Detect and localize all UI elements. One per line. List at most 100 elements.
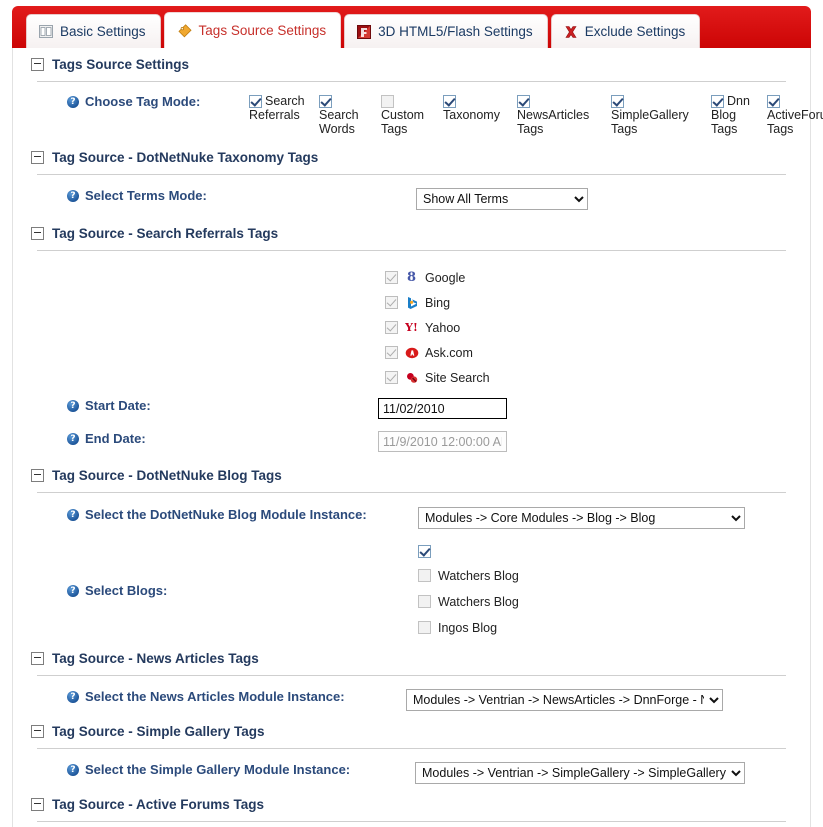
news-module-select[interactable]: Modules -> Ventrian -> NewsArticles -> D… xyxy=(406,689,723,712)
tag-mode-activeforums-tags[interactable]: ActiveForums Tags xyxy=(767,94,823,136)
search-engine-item-bing[interactable]: Bing xyxy=(385,290,810,315)
checkbox[interactable] xyxy=(418,595,431,609)
tag-mode-search-words[interactable]: Search Words xyxy=(319,94,373,136)
red-x-icon xyxy=(564,25,578,39)
checkbox[interactable] xyxy=(249,95,262,109)
checkbox xyxy=(385,271,398,285)
checkbox[interactable] xyxy=(611,95,624,109)
window-icon xyxy=(39,25,53,38)
search-engine-item-google[interactable]: 8 Google xyxy=(385,265,810,290)
checkbox[interactable] xyxy=(767,95,780,109)
section-title: Tag Source - Search Referrals Tags xyxy=(52,226,279,242)
search-engine-item-yahoo[interactable]: Y! Yahoo xyxy=(385,315,810,340)
tab-exclude-settings[interactable]: Exclude Settings xyxy=(550,14,701,48)
blog-list-item[interactable]: Ingos Blog xyxy=(418,616,519,639)
blog-checkbox-list: Watchers Blog Watchers Blog Ingos Blog xyxy=(418,539,519,642)
help-icon[interactable]: ? xyxy=(67,509,79,522)
start-date-input[interactable] xyxy=(378,398,507,420)
tag-mode-label: Search Words xyxy=(319,108,359,137)
tag-mode-custom-tags[interactable]: Custom Tags xyxy=(381,94,435,136)
checkbox[interactable] xyxy=(443,95,456,109)
collapse-icon[interactable] xyxy=(31,469,44,483)
section-header-blog[interactable]: Tag Source - DotNetNuke Blog Tags xyxy=(13,457,810,487)
checkbox[interactable] xyxy=(319,95,332,109)
search-engine-item-site-search[interactable]: Site Search xyxy=(385,365,810,390)
select-blogs-label-group: ? Select Blogs: xyxy=(37,583,417,598)
end-date-label: End Date: xyxy=(85,431,146,447)
tag-mode-label: ActiveForums Tags xyxy=(767,108,823,137)
help-icon[interactable]: ? xyxy=(67,190,79,203)
collapse-icon[interactable] xyxy=(31,798,44,812)
select-blogs-label: Select Blogs: xyxy=(85,583,168,599)
tab-label: Basic Settings xyxy=(60,23,146,39)
start-date-row: ? Start Date: xyxy=(13,390,810,424)
terms-mode-label-group: ? Select Terms Mode: xyxy=(37,188,417,203)
choose-tag-mode-label: Choose Tag Mode: xyxy=(85,94,201,109)
section-header-simple-gallery[interactable]: Tag Source - Simple Gallery Tags xyxy=(13,715,810,743)
tags-source-panel: Tags Source Settings ? Choose Tag Mode: … xyxy=(12,48,823,827)
terms-mode-row: ? Select Terms Mode: Show All Terms xyxy=(13,175,810,214)
tag-icon xyxy=(177,23,192,38)
checkbox xyxy=(385,371,398,385)
section-title: Tags Source Settings xyxy=(52,57,190,72)
end-date-input[interactable] xyxy=(378,431,507,453)
tag-mode-newsarticles-tags[interactable]: NewsArticles Tags xyxy=(517,94,603,136)
tag-mode-taxonomy[interactable]: Taxonomy xyxy=(443,94,509,122)
tab-tags-source-settings[interactable]: Tags Source Settings xyxy=(163,12,342,48)
news-module-label: Select the News Articles Module Instance… xyxy=(85,689,345,705)
tag-mode-search-referrals[interactable]: Search Referrals xyxy=(249,94,311,122)
help-icon[interactable]: ? xyxy=(67,400,79,413)
checkbox[interactable] xyxy=(418,621,431,635)
tag-mode-simplegallery-tags[interactable]: SimpleGallery Tags xyxy=(611,94,703,136)
collapse-icon[interactable] xyxy=(31,58,44,71)
tab-label: Exclude Settings xyxy=(584,23,686,39)
blog-module-select[interactable]: Modules -> Core Modules -> Blog -> Blog xyxy=(418,507,745,530)
settings-page: Basic Settings Tags Source Settings 3D H… xyxy=(0,0,823,827)
section-title: Tag Source - Simple Gallery Tags xyxy=(52,724,265,740)
tab-3d-html5-flash-settings[interactable]: 3D HTML5/Flash Settings xyxy=(344,14,548,48)
tag-mode-dnn-blog-tags[interactable]: Dnn Blog Tags xyxy=(711,94,759,136)
section-header-search-referrals[interactable]: Tag Source - Search Referrals Tags xyxy=(13,214,810,245)
yahoo-icon: Y! xyxy=(405,321,418,335)
help-icon[interactable]: ? xyxy=(67,691,79,704)
checkbox[interactable] xyxy=(418,569,431,583)
section-title: Tag Source - Active Forums Tags xyxy=(52,797,265,813)
terms-mode-label: Select Terms Mode: xyxy=(85,188,207,204)
help-icon[interactable]: ? xyxy=(67,585,79,598)
tag-mode-label: NewsArticles Tags xyxy=(517,108,590,137)
checkbox[interactable] xyxy=(418,544,431,558)
collapse-icon[interactable] xyxy=(31,151,44,165)
section-header-active-forums[interactable]: Tag Source - Active Forums Tags xyxy=(13,788,810,816)
terms-mode-select[interactable]: Show All Terms xyxy=(416,188,588,211)
tab-label: Tags Source Settings xyxy=(198,22,327,38)
collapse-icon[interactable] xyxy=(31,725,44,739)
gallery-module-row: ? Select the Simple Gallery Module Insta… xyxy=(13,749,810,788)
choose-tag-mode-row: ? Choose Tag Mode: Search Referrals Sear… xyxy=(13,82,823,136)
blog-list-item[interactable]: Watchers Blog xyxy=(418,564,519,587)
help-icon[interactable]: ? xyxy=(67,433,79,446)
gallery-module-select[interactable]: Modules -> Ventrian -> SimpleGallery -> … xyxy=(415,762,745,785)
section-header-tags-source[interactable]: Tags Source Settings xyxy=(13,48,810,76)
checkbox[interactable] xyxy=(711,95,724,109)
site-search-icon xyxy=(404,370,419,385)
checkbox[interactable] xyxy=(381,95,394,109)
blog-label: Ingos Blog xyxy=(438,620,498,635)
blog-list-item[interactable]: Watchers Blog xyxy=(418,590,519,613)
end-date-row: ? End Date: xyxy=(13,424,810,457)
search-engine-item-ask[interactable]: Ask.com xyxy=(385,340,810,365)
section-header-taxonomy[interactable]: Tag Source - DotNetNuke Taxonomy Tags xyxy=(13,136,810,169)
collapse-icon[interactable] xyxy=(31,652,44,666)
collapse-icon[interactable] xyxy=(31,227,44,241)
bing-icon xyxy=(404,295,419,310)
section-header-news-articles[interactable]: Tag Source - News Articles Tags xyxy=(13,642,810,670)
search-engine-label: Ask.com xyxy=(425,345,473,360)
tab-basic-settings[interactable]: Basic Settings xyxy=(26,14,161,48)
news-module-label-group: ? Select the News Articles Module Instan… xyxy=(37,689,417,704)
help-icon[interactable]: ? xyxy=(67,764,79,777)
blog-list-item[interactable] xyxy=(418,541,519,561)
help-icon[interactable]: ? xyxy=(67,96,79,108)
checkbox[interactable] xyxy=(517,95,530,109)
select-blogs-row: ? Select Blogs: Watchers Blog Watchers B… xyxy=(13,533,810,642)
start-date-label-group: ? Start Date: xyxy=(37,398,417,413)
section-title: Tag Source - News Articles Tags xyxy=(52,651,259,667)
